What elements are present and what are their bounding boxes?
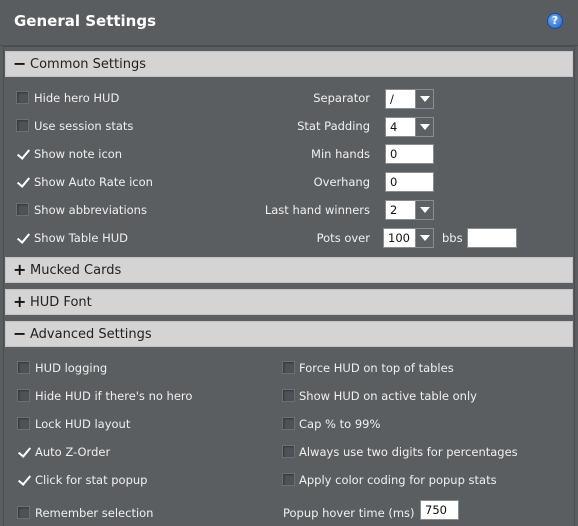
checkbox-label: Use session stats <box>34 119 134 133</box>
show-auto-rate-icon-checkbox[interactable]: Show Auto Rate icon <box>16 173 216 191</box>
chevron-down-icon[interactable] <box>415 229 433 247</box>
hide-hero-hud-checkbox[interactable]: Hide hero HUD <box>16 89 216 107</box>
last-hand-winners-dropdown[interactable]: 2 <box>385 200 434 220</box>
popup-hover-time-label: Popup hover time (ms) <box>283 506 415 520</box>
color-coding-popup-checkbox[interactable]: Apply color coding for popup stats <box>282 471 572 489</box>
input-value: 0 <box>390 147 398 161</box>
checkbox-label: Auto Z-Order <box>35 445 111 459</box>
dropdown-value: 4 <box>390 120 398 134</box>
hide-hud-no-hero-checkbox[interactable]: Hide HUD if there's no hero <box>17 387 267 405</box>
section-advanced-settings[interactable]: − Advanced Settings <box>5 321 573 347</box>
title-bar: General Settings ? <box>0 0 578 46</box>
checkbox-box[interactable] <box>17 473 30 486</box>
checkbox-box[interactable] <box>282 445 295 458</box>
checkbox-box[interactable] <box>16 147 29 160</box>
stat-padding-dropdown[interactable]: 4 <box>385 117 434 137</box>
checkbox-box[interactable] <box>16 231 29 244</box>
checkbox-label: Show note icon <box>34 147 123 161</box>
separator-label: Separator <box>313 91 370 105</box>
bbs-unit-label: bbs <box>442 231 463 245</box>
checkbox-box[interactable] <box>16 119 29 132</box>
dropdown-value: / <box>390 92 394 106</box>
checkbox-label: Hide hero HUD <box>34 91 120 105</box>
checkbox-box[interactable] <box>17 445 30 458</box>
checkbox-label: Cap % to 99% <box>299 417 381 431</box>
pots-over-dropdown[interactable]: 100 <box>383 228 434 248</box>
checkbox-label: Always use two digits for percentages <box>299 445 518 459</box>
section-label: Advanced Settings <box>30 327 152 342</box>
min-hands-label: Min hands <box>311 147 370 161</box>
checkbox-box[interactable] <box>16 175 29 188</box>
checkbox-label: Show Auto Rate icon <box>34 175 153 189</box>
input-value: 0 <box>390 175 398 189</box>
checkbox-label: Apply color coding for popup stats <box>299 473 497 487</box>
force-hud-on-top-checkbox[interactable]: Force HUD on top of tables <box>282 359 572 377</box>
checkbox-box[interactable] <box>16 91 29 104</box>
section-label: Mucked Cards <box>30 263 122 278</box>
checkbox-box[interactable] <box>17 361 30 374</box>
show-abbreviations-checkbox[interactable]: Show abbreviations <box>16 201 216 219</box>
collapse-icon: − <box>13 54 27 73</box>
lock-hud-layout-checkbox[interactable]: Lock HUD layout <box>17 415 267 433</box>
overhang-label: Overhang <box>313 175 370 189</box>
section-hud-font[interactable]: + HUD Font <box>5 289 573 315</box>
last-hand-winners-label: Last hand winners <box>264 203 370 217</box>
checkbox-label: Show abbreviations <box>34 203 147 217</box>
checkbox-box[interactable] <box>17 506 30 519</box>
section-common-settings[interactable]: − Common Settings <box>5 51 573 77</box>
page-title: General Settings <box>14 12 157 30</box>
expand-icon: + <box>13 260 27 279</box>
checkbox-label: Click for stat popup <box>35 473 148 487</box>
show-note-icon-checkbox[interactable]: Show note icon <box>16 145 216 163</box>
show-table-hud-checkbox[interactable]: Show Table HUD <box>16 229 216 247</box>
pots-over-label: Pots over <box>316 231 370 245</box>
use-session-stats-checkbox[interactable]: Use session stats <box>16 117 216 135</box>
checkbox-label: Force HUD on top of tables <box>299 361 454 375</box>
expand-icon: + <box>13 292 27 311</box>
dropdown-value: 100 <box>388 231 410 245</box>
help-icon[interactable]: ? <box>547 13 563 29</box>
checkbox-box[interactable] <box>282 361 295 374</box>
checkbox-label: HUD logging <box>35 361 108 375</box>
checkbox-box[interactable] <box>17 389 30 402</box>
checkbox-box[interactable] <box>16 203 29 216</box>
pots-over-color-swatch[interactable] <box>467 228 517 248</box>
checkbox-label: Lock HUD layout <box>35 417 131 431</box>
min-hands-input[interactable]: 0 <box>385 144 434 164</box>
section-label: HUD Font <box>30 295 92 310</box>
two-digit-percent-checkbox[interactable]: Always use two digits for percentages <box>282 443 572 461</box>
checkbox-label: Hide HUD if there's no hero <box>35 389 193 403</box>
stat-padding-label: Stat Padding <box>297 119 370 133</box>
checkbox-label: Show Table HUD <box>34 231 128 245</box>
checkbox-box[interactable] <box>17 417 30 430</box>
checkbox-box[interactable] <box>282 417 295 430</box>
collapse-icon: − <box>13 324 27 343</box>
auto-z-order-checkbox[interactable]: Auto Z-Order <box>17 443 267 461</box>
checkbox-box[interactable] <box>282 473 295 486</box>
remember-selection-checkbox[interactable]: Remember selection <box>17 504 267 522</box>
checkbox-label: Remember selection <box>35 506 154 520</box>
click-for-stat-popup-checkbox[interactable]: Click for stat popup <box>17 471 267 489</box>
section-label: Common Settings <box>30 57 147 72</box>
show-hud-active-table-checkbox[interactable]: Show HUD on active table only <box>282 387 572 405</box>
dropdown-value: 2 <box>390 203 398 217</box>
separator-dropdown[interactable]: / <box>385 89 434 109</box>
input-value: 750 <box>425 503 447 517</box>
hud-logging-checkbox[interactable]: HUD logging <box>17 359 267 377</box>
popup-hover-time-input[interactable]: 750 <box>420 500 459 520</box>
overhang-input[interactable]: 0 <box>385 172 434 192</box>
cap-percent-checkbox[interactable]: Cap % to 99% <box>282 415 572 433</box>
section-mucked-cards[interactable]: + Mucked Cards <box>5 257 573 283</box>
chevron-down-icon[interactable] <box>415 201 433 219</box>
chevron-down-icon[interactable] <box>415 118 433 136</box>
chevron-down-icon[interactable] <box>415 90 433 108</box>
checkbox-box[interactable] <box>282 389 295 402</box>
checkbox-label: Show HUD on active table only <box>299 389 477 403</box>
